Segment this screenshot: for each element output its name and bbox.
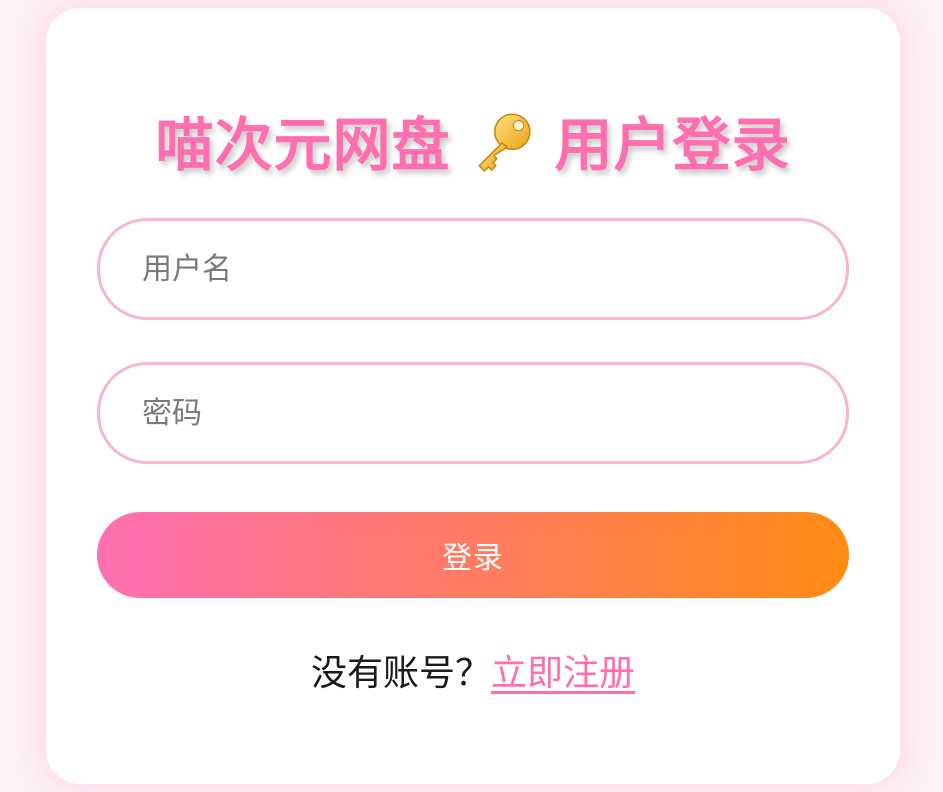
title-suffix: 用户登录 [554,111,791,179]
login-button[interactable]: 登录 [97,512,849,598]
login-card: 喵次元网盘 用户登录 登录 没有账 [46,8,900,784]
no-account-text: 没有账号？ [310,653,491,694]
password-field-wrapper [97,362,849,464]
page-title: 喵次元网盘 用户登录 [46,100,900,180]
key-icon [467,105,537,175]
username-field-wrapper [97,218,849,320]
title-prefix: 喵次元网盘 [155,111,451,179]
password-input[interactable] [100,365,846,461]
register-prompt: 没有账号？立即注册 [46,644,900,696]
username-input[interactable] [100,221,846,317]
register-link[interactable]: 立即注册 [491,653,635,694]
